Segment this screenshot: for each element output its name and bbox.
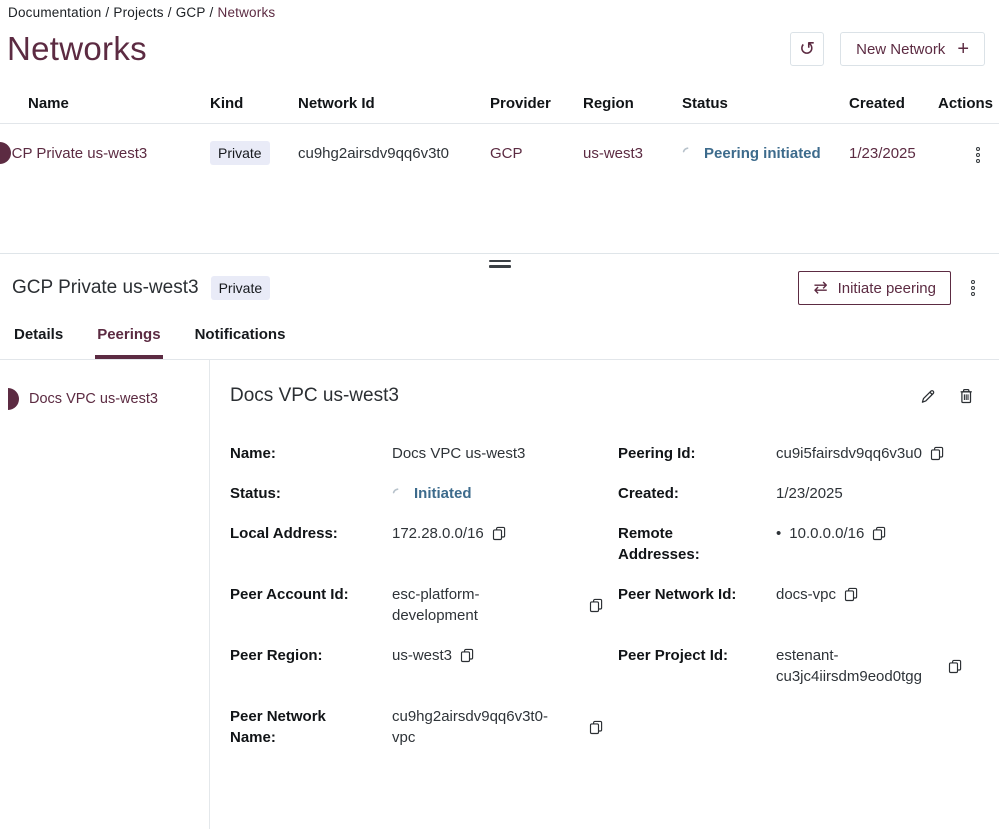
copy-icon[interactable] [872, 526, 887, 541]
column-header-region: Region [583, 95, 682, 112]
peerings-list: Docs VPC us-west3 [0, 360, 210, 829]
breadcrumb: Documentation / Projects / GCP / Networks [0, 0, 999, 20]
field-label-name: Name: [230, 443, 392, 464]
copy-icon[interactable] [589, 598, 604, 613]
field-label-peer-region: Peer Region: [230, 645, 392, 666]
peering-detail-title: Docs VPC us-west3 [230, 385, 399, 407]
row-actions-menu-button[interactable] [970, 141, 986, 169]
peering-list-item-label: Docs VPC us-west3 [29, 391, 158, 407]
initiate-peering-button[interactable]: ⇄ Initiate peering [798, 271, 951, 305]
breadcrumb-item-networks[interactable]: Networks [218, 5, 276, 20]
cell-created: 1/23/2025 [849, 145, 938, 162]
field-value-remote-addresses: 10.0.0.0/16 [789, 523, 864, 544]
field-label-local-address: Local Address: [230, 523, 392, 544]
kind-badge: Private [210, 141, 270, 165]
cell-network-id: cu9hg2airsdv9qq6v3t0 [298, 145, 490, 162]
field-value-peer-network-id: docs-vpc [776, 584, 836, 605]
tab-details[interactable]: Details [12, 322, 65, 359]
field-label-created: Created: [618, 483, 776, 504]
copy-icon[interactable] [930, 446, 945, 461]
status-spinner-icon [392, 488, 404, 500]
peering-list-item[interactable]: Docs VPC us-west3 [0, 388, 209, 410]
field-label-peering-id: Peering Id: [618, 443, 776, 464]
refresh-button[interactable]: ↺ [790, 32, 824, 66]
column-header-network-id: Network Id [298, 95, 490, 112]
panel-resize-handle[interactable] [487, 258, 513, 270]
page-title: Networks [7, 30, 147, 68]
column-header-name: Name [0, 95, 210, 112]
copy-icon[interactable] [844, 587, 859, 602]
swap-arrows-icon: ⇄ [813, 280, 827, 297]
copy-icon[interactable] [492, 526, 507, 541]
panel-actions-menu-button[interactable] [965, 274, 981, 302]
breadcrumb-separator: / [168, 5, 172, 20]
column-header-status: Status [682, 95, 849, 112]
column-header-provider: Provider [490, 95, 583, 112]
edit-pencil-icon[interactable] [919, 387, 937, 405]
field-label-peer-account-id: Peer Account Id: [230, 584, 392, 605]
field-label-remote-addresses: Remote Addresses: [618, 523, 776, 565]
panel-title: GCP Private us-west3 [12, 277, 199, 299]
new-network-button[interactable]: New Network + [840, 32, 985, 66]
copy-icon[interactable] [948, 659, 963, 674]
initiate-peering-label: Initiate peering [838, 280, 936, 297]
breadcrumb-item-projects[interactable]: Projects [113, 5, 163, 20]
breadcrumb-separator: / [105, 5, 109, 20]
field-label-status: Status: [230, 483, 392, 504]
column-header-created: Created [849, 95, 938, 112]
column-header-kind: Kind [210, 95, 298, 112]
field-value-peering-id: cu9i5fairsdv9qq6v3u0 [776, 443, 922, 464]
refresh-icon: ↺ [799, 40, 815, 59]
field-value-peer-network-name: cu9hg2airsdv9qq6v3t0-vpc [392, 706, 554, 748]
peering-detail: Docs VPC us-west3 Name: Docs VPC us-west… [210, 360, 999, 829]
new-network-label: New Network [856, 41, 945, 58]
cell-region: us-west3 [583, 145, 682, 162]
tab-notifications[interactable]: Notifications [193, 322, 288, 359]
plus-icon: + [957, 39, 969, 59]
field-value-name: Docs VPC us-west3 [392, 443, 525, 464]
column-header-actions: Actions [938, 95, 999, 112]
delete-trash-icon[interactable] [957, 387, 975, 405]
field-label-peer-network-id: Peer Network Id: [618, 584, 776, 605]
list-bullet: • [776, 523, 781, 544]
field-value-peer-account-id: esc-platform-development [392, 584, 554, 626]
table-row[interactable]: GCP Private us-west3 Private cu9hg2airsd… [0, 124, 999, 182]
breadcrumb-item-documentation[interactable]: Documentation [8, 5, 101, 20]
field-value-created: 1/23/2025 [776, 483, 843, 504]
panel-tabs: Details Peerings Notifications [0, 322, 999, 360]
cell-status: Peering initiated [704, 145, 821, 162]
peering-marker-icon [8, 388, 19, 410]
tab-peerings[interactable]: Peerings [95, 322, 162, 359]
field-value-local-address: 172.28.0.0/16 [392, 523, 484, 544]
table-header-row: Name Kind Network Id Provider Region Sta… [0, 84, 999, 124]
field-value-peer-project-id: estenant-cu3jc4iirsdm9eod0tgg [776, 645, 938, 687]
cell-provider: GCP [490, 145, 583, 162]
breadcrumb-separator: / [210, 5, 214, 20]
status-spinner-icon [682, 147, 694, 159]
networks-page: Documentation / Projects / GCP / Networks Netw… [0, 0, 999, 253]
copy-icon[interactable] [460, 648, 475, 663]
network-detail-panel: GCP Private us-west3 Private ⇄ Initiate … [0, 253, 999, 723]
field-label-peer-network-name: Peer Network Name: [230, 706, 392, 748]
cell-name[interactable]: GCP Private us-west3 [0, 145, 210, 162]
breadcrumb-item-gcp[interactable]: GCP [176, 5, 206, 20]
field-value-status: Initiated [414, 483, 472, 504]
field-label-peer-project-id: Peer Project Id: [618, 645, 776, 666]
panel-kind-badge: Private [211, 276, 271, 300]
field-value-peer-region: us-west3 [392, 645, 452, 666]
copy-icon[interactable] [589, 720, 604, 735]
networks-table: Name Kind Network Id Provider Region Sta… [0, 84, 999, 182]
peering-fields: Name: Docs VPC us-west3 Peering Id: cu9i… [230, 443, 977, 748]
